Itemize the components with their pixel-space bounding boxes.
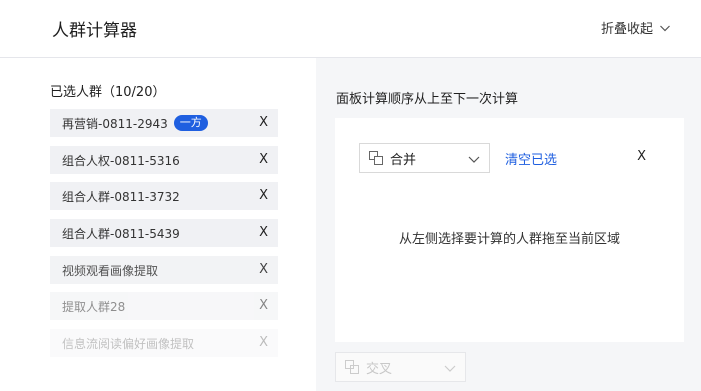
remove-button[interactable]: X: [259, 115, 268, 130]
collapse-button[interactable]: 折叠收起: [601, 18, 671, 37]
audience-item[interactable]: 信息流阅读偏好画像提取 X: [50, 329, 278, 357]
operator-select[interactable]: 合并: [359, 143, 490, 173]
remove-button[interactable]: X: [259, 225, 268, 240]
first-party-badge: 一方: [173, 115, 208, 131]
audience-label: 提取人群28: [62, 299, 126, 314]
audience-label: 信息流阅读偏好画像提取: [62, 336, 195, 351]
audience-item[interactable]: 提取人群28 X: [50, 292, 278, 320]
remove-button[interactable]: X: [259, 188, 268, 203]
remove-button[interactable]: X: [259, 335, 268, 350]
chevron-down-icon: [468, 156, 480, 163]
remove-button[interactable]: X: [259, 298, 268, 313]
next-operator-label: 交叉: [366, 361, 393, 377]
collapse-label: 折叠收起: [600, 22, 653, 37]
audience-label: 组合人群-0811-3732: [62, 189, 180, 204]
clear-selection-link[interactable]: 清空已选: [505, 149, 557, 168]
audience-label: 组合人权-0811-5316: [62, 153, 180, 168]
calculation-area: 面板计算顺序从上至下一次计算 合并 清空已选 X 从左侧选择要计算的人群拖至当前…: [316, 58, 701, 391]
header: 人群计算器 折叠收起: [0, 0, 701, 58]
remove-button[interactable]: X: [259, 262, 268, 277]
chevron-down-icon: [444, 365, 456, 372]
audience-item[interactable]: 视频观看画像提取 X: [50, 256, 278, 284]
selected-audiences-title: 已选人群（10/20）: [50, 85, 166, 100]
drop-zone-hint: 从左侧选择要计算的人群拖至当前区域: [398, 232, 620, 247]
audience-label: 再营销-0811-2943: [62, 116, 168, 131]
audience-item[interactable]: 组合人群-0811-3732 X: [50, 182, 278, 210]
audience-label: 视频观看画像提取: [62, 263, 159, 278]
page-title: 人群计算器: [52, 21, 137, 41]
chevron-down-icon: [660, 25, 670, 31]
audience-item[interactable]: 组合人权-0811-5316 X: [50, 146, 278, 174]
selected-audiences-panel: 已选人群（10/20） 再营销-0811-2943 一方 X 组合人权-0811…: [0, 58, 316, 391]
audience-label: 组合人群-0811-5439: [62, 226, 180, 241]
remove-button[interactable]: X: [259, 152, 268, 167]
audience-item[interactable]: 组合人群-0811-5439 X: [50, 219, 278, 247]
intersect-icon: [345, 360, 359, 374]
next-operator-select[interactable]: 交叉: [335, 352, 466, 382]
close-panel-button[interactable]: X: [637, 149, 646, 164]
merge-icon: [369, 151, 383, 165]
audience-item[interactable]: 再营销-0811-2943 一方 X: [50, 109, 278, 137]
calculation-order-title: 面板计算顺序从上至下一次计算: [336, 92, 519, 107]
calculation-panel[interactable]: 合并 清空已选 X 从左侧选择要计算的人群拖至当前区域: [335, 118, 684, 342]
operator-label: 合并: [390, 152, 417, 168]
